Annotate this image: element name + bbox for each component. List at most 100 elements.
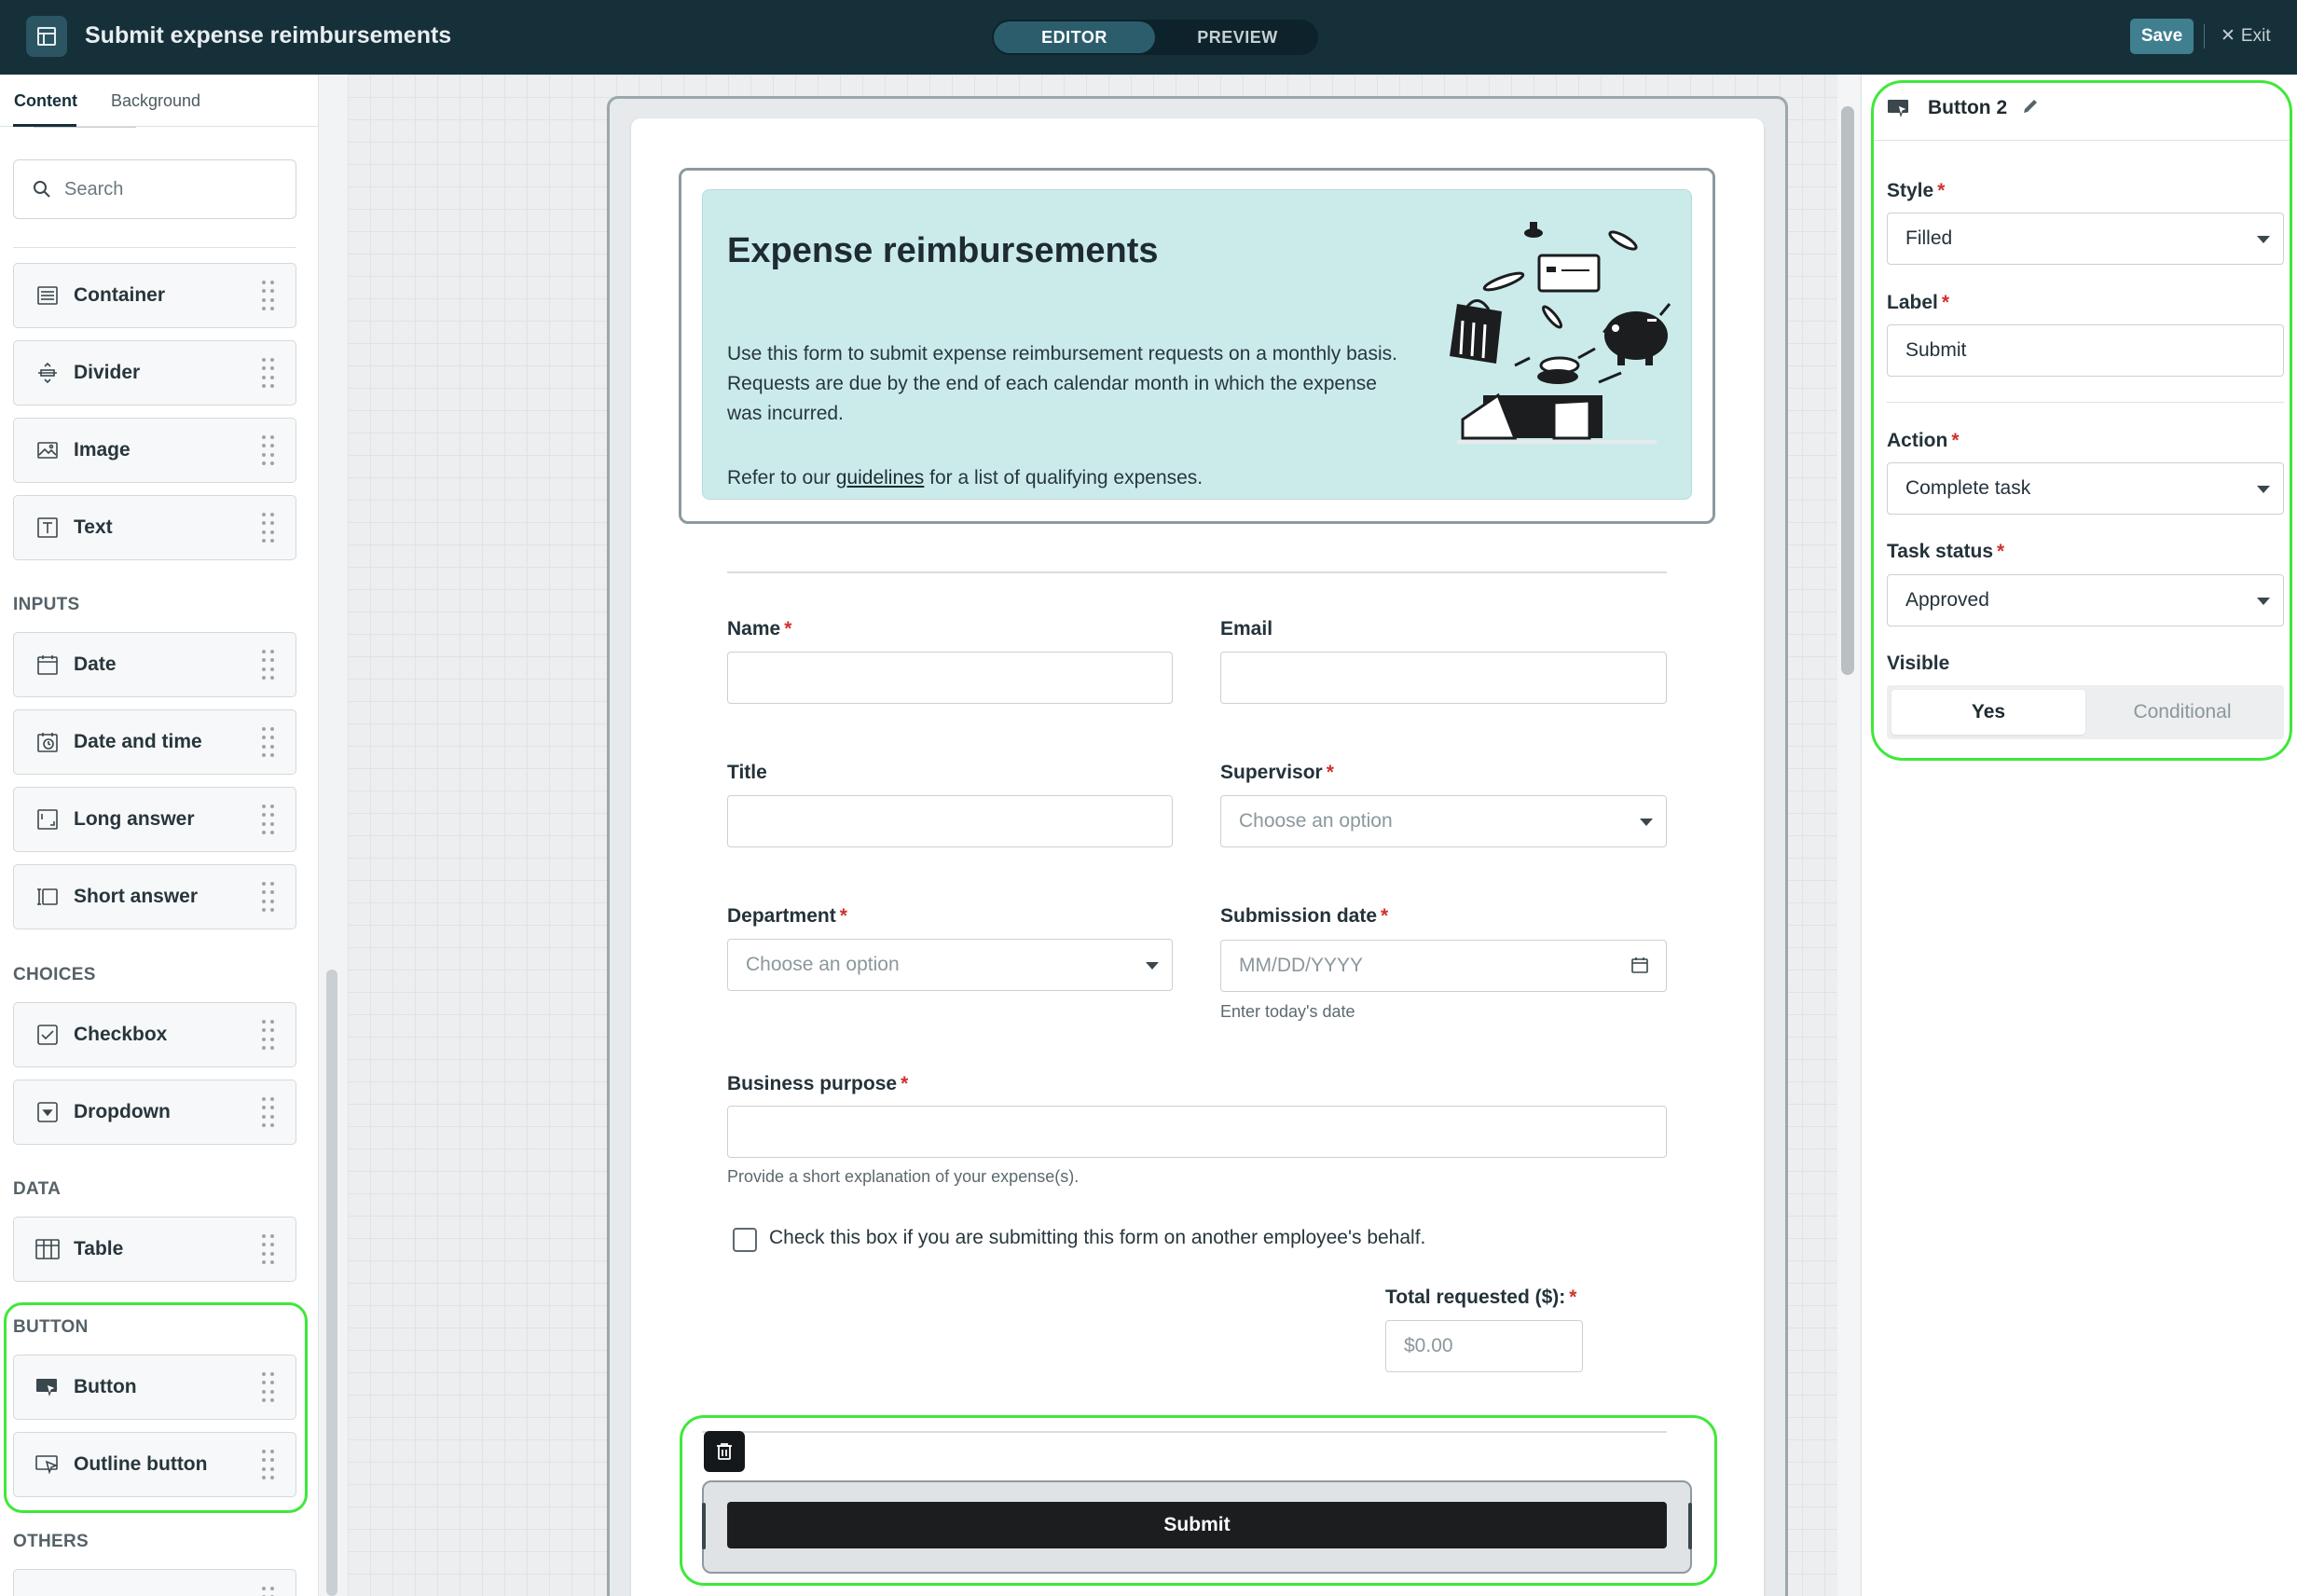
component-outline-button[interactable]: Outline button — [13, 1432, 296, 1497]
submission-date-label: Submission date * — [1220, 905, 1388, 928]
search-field[interactable] — [13, 159, 296, 219]
text-icon — [34, 515, 61, 541]
name-input[interactable] — [727, 652, 1173, 704]
expense-illustration — [1450, 222, 1671, 444]
submit-button[interactable]: Submit — [727, 1502, 1667, 1548]
drag-handle-icon[interactable] — [262, 358, 275, 390]
on-behalf-checkbox[interactable] — [733, 1228, 757, 1252]
drag-handle-icon[interactable] — [262, 435, 275, 467]
component-partial-item[interactable] — [13, 1569, 296, 1596]
dropdown-icon — [34, 1099, 61, 1125]
component-label: Outline button — [74, 1453, 208, 1475]
total-placeholder: $0.00 — [1404, 1335, 1453, 1356]
long-answer-icon — [34, 806, 61, 832]
department-placeholder: Choose an option — [746, 954, 900, 975]
tab-preview[interactable]: PREVIEW — [1157, 20, 1318, 55]
email-input[interactable] — [1220, 652, 1667, 704]
canvas-scrollbar[interactable] — [1841, 106, 1854, 675]
visible-toggle: Yes Conditional — [1887, 685, 2284, 739]
department-select[interactable]: Choose an option — [727, 939, 1173, 991]
drag-handle-icon[interactable] — [262, 1020, 275, 1052]
drag-handle-icon[interactable] — [262, 1450, 275, 1481]
task-status-label: Task status * — [1887, 541, 2004, 563]
department-label: Department * — [727, 905, 847, 928]
component-long-answer[interactable]: Long answer — [13, 787, 296, 852]
component-label: Checkbox — [74, 1024, 168, 1045]
required-marker: * — [901, 1073, 909, 1094]
drag-handle-icon[interactable] — [262, 650, 275, 681]
email-label: Email — [1220, 618, 1273, 640]
calendar-clock-icon — [34, 729, 61, 755]
supervisor-placeholder: Choose an option — [1239, 810, 1393, 832]
component-button[interactable]: Button — [13, 1355, 296, 1420]
drag-handle-icon[interactable] — [262, 1372, 275, 1404]
panel-tabs: Content Background — [0, 75, 318, 127]
style-select[interactable]: Filled — [1887, 213, 2284, 265]
required-marker: * — [1937, 180, 1946, 201]
component-image[interactable]: Image — [13, 418, 296, 483]
drag-handle-icon[interactable] — [262, 513, 275, 544]
tab-background[interactable]: Background — [111, 91, 200, 111]
tab-content[interactable]: Content — [14, 91, 77, 111]
calendar-icon[interactable] — [1630, 956, 1649, 974]
banner-body: Use this form to submit expense reimburs… — [727, 343, 1397, 424]
button-cursor-icon — [1888, 100, 1909, 117]
style-label: Style * — [1887, 180, 1945, 202]
title-label: Title — [727, 762, 767, 783]
drag-handle-icon[interactable] — [262, 727, 275, 759]
component-container[interactable]: Container — [13, 263, 296, 328]
drag-handle-icon[interactable] — [262, 1587, 275, 1596]
component-dropdown[interactable]: Dropdown — [13, 1080, 296, 1145]
components-panel: Content Background Container Divider Ima… — [0, 75, 319, 1596]
component-text[interactable]: Text — [13, 495, 296, 560]
calendar-icon — [34, 652, 61, 678]
image-icon — [34, 437, 61, 463]
chevron-down-icon — [2257, 486, 2270, 493]
button-section-divider — [702, 1431, 1667, 1433]
component-divider[interactable]: Divider — [13, 340, 296, 406]
banner-reference: Refer to our guidelines for a list of qu… — [727, 463, 1417, 493]
left-panel-scrollbar[interactable] — [326, 970, 337, 1596]
action-select[interactable]: Complete task — [1887, 462, 2284, 515]
supervisor-select[interactable]: Choose an option — [1220, 795, 1667, 847]
component-label: Short answer — [74, 886, 199, 907]
guidelines-link[interactable]: guidelines — [836, 467, 925, 488]
title-input[interactable] — [727, 795, 1173, 847]
total-requested-input[interactable]: $0.00 — [1385, 1320, 1583, 1372]
page-title: Submit expense reimbursements — [85, 22, 452, 48]
component-checkbox[interactable]: Checkbox — [13, 1002, 296, 1067]
required-marker: * — [839, 905, 847, 927]
delete-button[interactable] — [704, 1431, 745, 1472]
drag-handle-icon[interactable] — [262, 281, 275, 312]
component-date-and-time[interactable]: Date and time — [13, 709, 296, 775]
tab-editor[interactable]: EDITOR — [994, 21, 1155, 53]
component-table[interactable]: Table — [13, 1217, 296, 1282]
action-label-text: Action — [1887, 430, 1948, 451]
label-label: Label * — [1887, 292, 1949, 314]
drag-handle-icon[interactable] — [262, 1234, 275, 1266]
total-label-text: Total requested ($): — [1385, 1286, 1566, 1308]
label-value: Submit — [1905, 339, 1967, 361]
pencil-icon[interactable] — [2021, 97, 2040, 116]
save-button[interactable]: Save — [2130, 19, 2194, 54]
submission-date-input[interactable]: MM/DD/YYYY — [1220, 940, 1667, 992]
supervisor-label-text: Supervisor — [1220, 762, 1323, 783]
visible-yes[interactable]: Yes — [1891, 690, 2085, 735]
drag-handle-icon[interactable] — [262, 805, 275, 836]
drag-handle-icon[interactable] — [262, 1097, 275, 1129]
component-short-answer[interactable]: Short answer — [13, 864, 296, 929]
task-status-value: Approved — [1905, 589, 1989, 611]
name-label: Name * — [727, 618, 791, 640]
component-label: Divider — [74, 362, 141, 383]
component-date[interactable]: Date — [13, 632, 296, 697]
task-status-select[interactable]: Approved — [1887, 574, 2284, 626]
drag-handle-icon[interactable] — [262, 882, 275, 914]
submission-date-label-text: Submission date — [1220, 905, 1378, 927]
visible-conditional[interactable]: Conditional — [2085, 690, 2279, 735]
label-input[interactable]: Submit — [1887, 324, 2284, 377]
business-purpose-input[interactable] — [727, 1106, 1667, 1158]
search-input[interactable] — [64, 178, 269, 200]
section-divider — [727, 571, 1667, 573]
exit-button[interactable]: ✕ Exit — [2221, 25, 2271, 47]
form-app-icon[interactable] — [26, 16, 67, 57]
